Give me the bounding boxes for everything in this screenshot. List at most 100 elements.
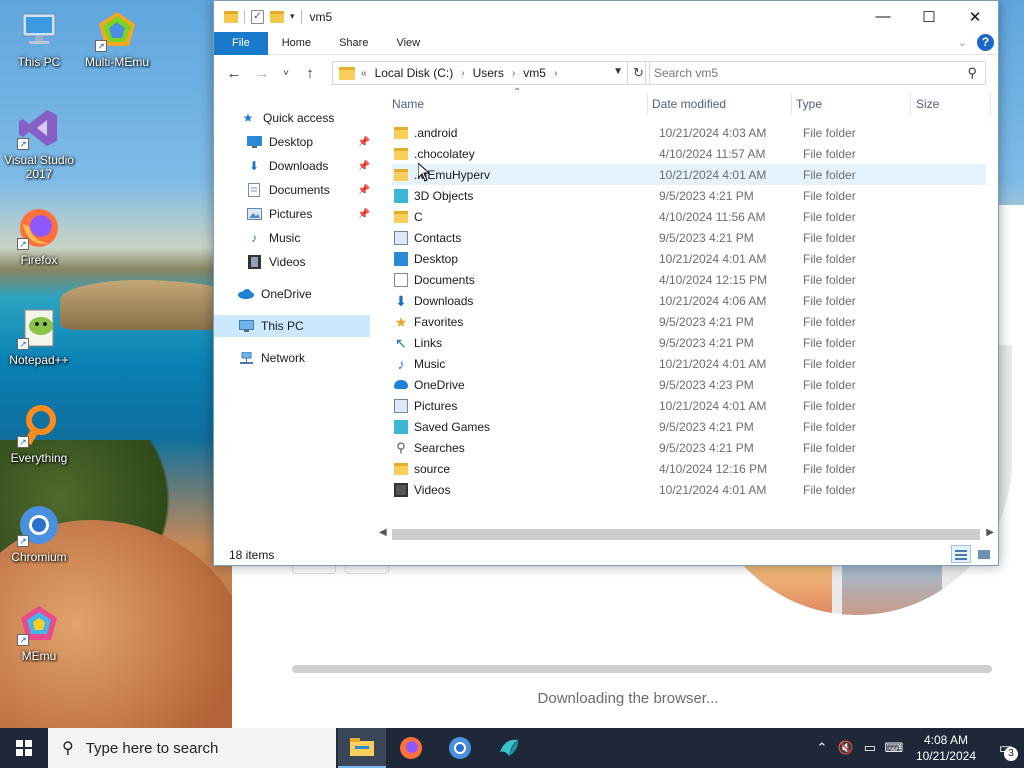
- table-row[interactable]: Pictures 10/21/2024 4:01 AM File folder: [392, 395, 986, 416]
- table-row[interactable]: ⚲ Searches 9/5/2023 4:21 PM File folder: [392, 437, 986, 458]
- taskbar-app-memu[interactable]: [485, 728, 533, 768]
- volume-muted-icon[interactable]: 🔇: [836, 740, 856, 756]
- desktop-icon-visual-studio[interactable]: ↗ Visual Studio 2017: [0, 106, 78, 181]
- clock[interactable]: 4:08 AM 10/21/2024: [916, 732, 976, 764]
- column-header-size[interactable]: Size: [916, 93, 939, 115]
- properties-icon[interactable]: ✓: [251, 9, 264, 24]
- breadcrumb-local-disk[interactable]: Local Disk (C:): [375, 66, 454, 80]
- forward-button[interactable]: →: [252, 65, 272, 82]
- breadcrumb-separator[interactable]: ›: [461, 68, 464, 79]
- table-row[interactable]: .MEmuHyperv 10/21/2024 4:01 AM File folder: [392, 164, 986, 185]
- table-row[interactable]: ⬇ Downloads 10/21/2024 4:06 AM File folder: [392, 290, 986, 311]
- desktop-icon-everything[interactable]: ↗ Everything: [0, 404, 78, 465]
- table-row[interactable]: ★ Favorites 9/5/2023 4:21 PM File folder: [392, 311, 986, 332]
- file-type: File folder: [803, 419, 856, 434]
- file-name: Contacts: [414, 230, 462, 245]
- table-row[interactable]: Documents 4/10/2024 12:15 PM File folder: [392, 269, 986, 290]
- sidebar-item-quick-access[interactable]: ★ Quick access: [240, 107, 335, 129]
- tab-home[interactable]: Home: [268, 32, 325, 55]
- taskbar-app-firefox[interactable]: [387, 728, 435, 768]
- breadcrumb-overflow[interactable]: «: [361, 68, 367, 79]
- table-row[interactable]: Videos 10/21/2024 4:01 AM File folder: [392, 479, 986, 500]
- desktop-icon-this-pc[interactable]: This PC: [0, 8, 78, 69]
- sidebar-item-videos[interactable]: Videos: [246, 251, 305, 273]
- scroll-left-arrow-icon[interactable]: ◀: [379, 527, 387, 538]
- table-row[interactable]: ♪ Music 10/21/2024 4:01 AM File folder: [392, 353, 986, 374]
- taskbar-app-file-explorer[interactable]: [338, 728, 386, 768]
- column-divider[interactable]: [647, 93, 648, 115]
- desktop-icon-label: MEmu: [21, 649, 57, 663]
- up-button[interactable]: ↑: [300, 65, 320, 82]
- table-row[interactable]: Saved Games 9/5/2023 4:21 PM File folder: [392, 416, 986, 437]
- sidebar-item-desktop[interactable]: Desktop 📌: [246, 131, 370, 153]
- tab-share[interactable]: Share: [325, 32, 382, 55]
- details-view-icon[interactable]: [951, 545, 971, 563]
- pin-icon[interactable]: 📌: [358, 209, 370, 220]
- table-row[interactable]: Desktop 10/21/2024 4:01 AM File folder: [392, 248, 986, 269]
- start-button[interactable]: [0, 728, 48, 768]
- title-bar[interactable]: ✓ ▾ vm5 — ☐ ✕: [214, 1, 998, 32]
- sidebar-item-music[interactable]: ♪ Music: [246, 227, 300, 249]
- help-icon[interactable]: ?: [977, 34, 994, 51]
- close-button[interactable]: ✕: [952, 1, 998, 32]
- table-row[interactable]: Contacts 9/5/2023 4:21 PM File folder: [392, 227, 986, 248]
- desktop-icon-notepad-plus-plus[interactable]: ↗ Notepad++: [0, 306, 78, 367]
- sidebar-item-pictures[interactable]: Pictures 📌: [246, 203, 370, 225]
- scrollbar-thumb[interactable]: [392, 529, 980, 540]
- show-hidden-icons-chevron-icon[interactable]: ⌃: [812, 740, 832, 756]
- action-center-button[interactable]: ▭ 3: [988, 728, 1024, 768]
- breadcrumb-users[interactable]: Users: [473, 66, 504, 80]
- back-button[interactable]: ←: [224, 65, 244, 82]
- table-row[interactable]: 3D Objects 9/5/2023 4:21 PM File folder: [392, 185, 986, 206]
- tab-file[interactable]: File: [214, 31, 268, 55]
- new-folder-icon[interactable]: [270, 10, 284, 23]
- desktop-icon-multi-memu[interactable]: ↗ Multi-MEmu: [78, 8, 156, 69]
- sidebar-item-downloads[interactable]: ⬇ Downloads 📌: [246, 155, 370, 177]
- breadcrumb-separator[interactable]: ›: [512, 68, 515, 79]
- column-divider[interactable]: [791, 93, 792, 115]
- minimize-button[interactable]: —: [860, 1, 906, 32]
- table-row[interactable]: C 4/10/2024 11:56 AM File folder: [392, 206, 986, 227]
- sidebar-item-this-pc[interactable]: This PC: [214, 315, 370, 337]
- tab-view[interactable]: View: [382, 32, 434, 55]
- column-header-name[interactable]: Name: [392, 93, 424, 115]
- scroll-right-arrow-icon[interactable]: ▶: [986, 527, 994, 538]
- large-icons-view-icon[interactable]: [974, 545, 994, 563]
- recent-locations-button[interactable]: ˅: [280, 68, 292, 79]
- breadcrumb-separator[interactable]: ›: [554, 68, 557, 79]
- table-row[interactable]: OneDrive 9/5/2023 4:23 PM File folder: [392, 374, 986, 395]
- table-row[interactable]: source 4/10/2024 12:16 PM File folder: [392, 458, 986, 479]
- desktop-icon-memu[interactable]: ↗ MEmu: [0, 602, 78, 663]
- address-history-dropdown-icon[interactable]: ▼: [613, 66, 623, 77]
- column-header-type[interactable]: Type: [796, 93, 822, 115]
- horizontal-scrollbar[interactable]: ◀ ▶: [374, 525, 998, 542]
- sidebar-item-onedrive[interactable]: OneDrive: [238, 283, 312, 305]
- file-type: File folder: [803, 461, 856, 476]
- maximize-button[interactable]: ☐: [906, 1, 952, 32]
- breadcrumb-vm5[interactable]: vm5: [523, 66, 546, 80]
- search-input[interactable]: Search vm5 ⚲: [645, 61, 986, 85]
- table-row[interactable]: .chocolatey 4/10/2024 11:57 AM File folder: [392, 143, 986, 164]
- column-header-date-modified[interactable]: Date modified: [652, 93, 726, 115]
- desktop-icon-firefox[interactable]: ↗ Firefox: [0, 206, 78, 267]
- navigation-pane: ★ Quick access Desktop 📌 ⬇ Downloads 📌 D…: [214, 93, 371, 533]
- column-divider[interactable]: [910, 93, 911, 115]
- column-divider[interactable]: [990, 93, 991, 115]
- desktop-icon-chromium[interactable]: ↗ Chromium: [0, 503, 78, 564]
- pin-icon[interactable]: 📌: [358, 137, 370, 148]
- taskbar-search-box[interactable]: ⚲ Type here to search: [48, 728, 336, 768]
- keyboard-icon[interactable]: ⌨: [884, 740, 904, 756]
- taskbar-app-chromium[interactable]: [436, 728, 484, 768]
- file-date-modified: 10/21/2024 4:03 AM: [659, 125, 767, 140]
- sidebar-item-network[interactable]: Network: [238, 347, 305, 369]
- sidebar-item-documents[interactable]: Documents 📌: [246, 179, 370, 201]
- this-pc-icon: [17, 8, 61, 52]
- pin-icon[interactable]: 📌: [358, 185, 370, 196]
- pin-icon[interactable]: 📌: [358, 161, 370, 172]
- address-bar[interactable]: « Local Disk (C:) › Users › vm5 › ▼ ↻: [332, 61, 650, 85]
- table-row[interactable]: .android 10/21/2024 4:03 AM File folder: [392, 122, 986, 143]
- expand-ribbon-chevron-icon[interactable]: ⌄: [958, 36, 967, 49]
- table-row[interactable]: ↖ Links 9/5/2023 4:21 PM File folder: [392, 332, 986, 353]
- network-disconnected-icon[interactable]: ▭: [860, 740, 880, 756]
- customize-toolbar-dropdown-icon[interactable]: ▾: [290, 11, 295, 22]
